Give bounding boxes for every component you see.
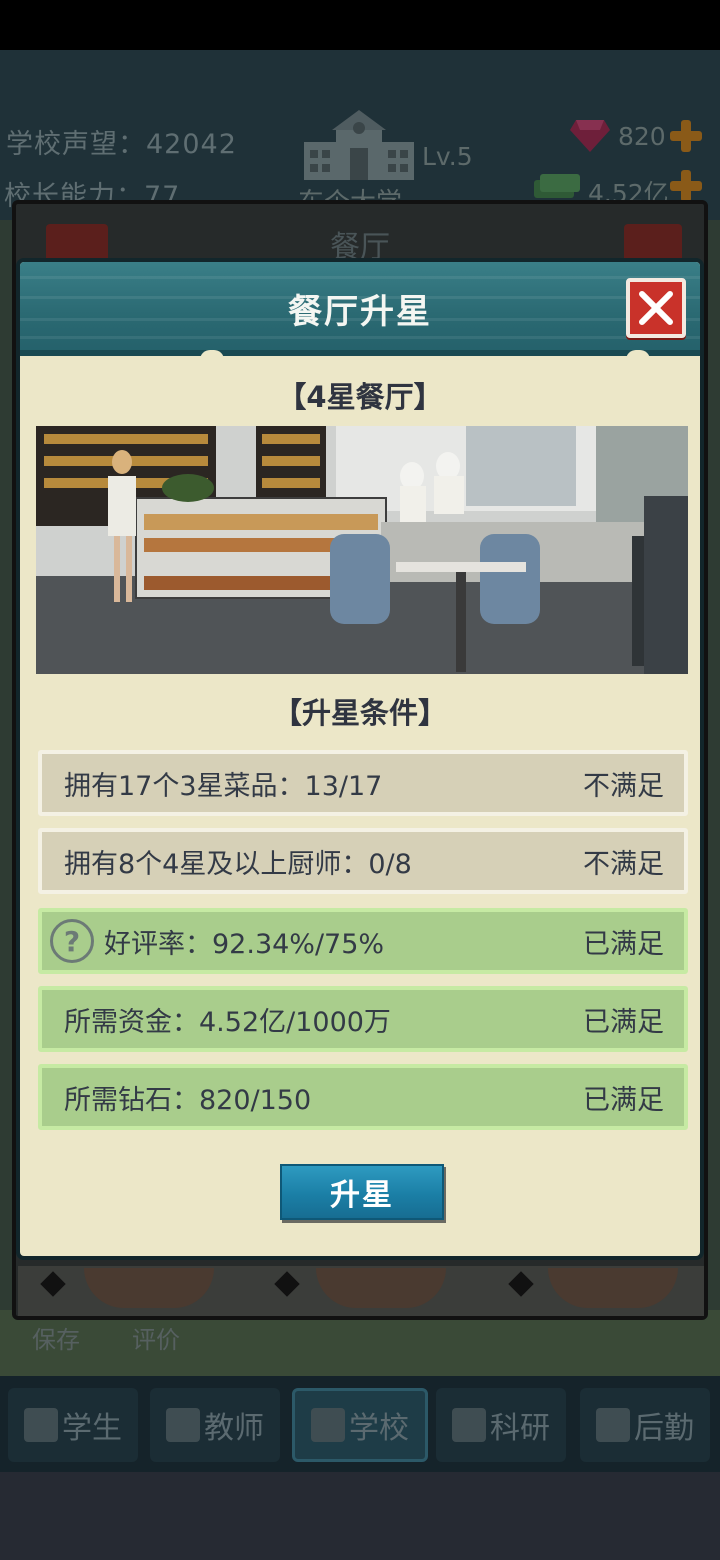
diamond-icon [570,120,610,152]
save-button[interactable]: 保存 [32,1320,80,1355]
condition-row-diamonds: 所需钻石：820/150 已满足 [38,1064,688,1130]
money-icon [534,174,580,198]
restaurant-image [36,426,688,674]
header-notch [626,350,650,360]
flask-icon [452,1408,486,1442]
tab-teachers[interactable]: 教师 [150,1388,280,1462]
condition-row-dishes: 拥有17个3星菜品：13/17 不满足 [38,750,688,816]
dish-image [84,1268,214,1308]
condition-row-chefs: 拥有8个4星及以上厨师：0/8 不满足 [38,828,688,894]
tab-research[interactable]: 科研 [436,1388,566,1462]
school-level: Lv.5 [422,142,473,171]
diamond-count: 820 [618,122,666,151]
condition-row-rating: ? 好评率：92.34%/75% 已满足 [38,908,688,974]
add-money-icon[interactable] [670,170,702,202]
tab-label: 学校 [349,1411,409,1446]
student-icon [24,1408,58,1442]
review-button[interactable]: 评价 [132,1320,180,1355]
add-diamond-icon[interactable] [670,120,702,152]
question-mark-icon[interactable]: ? [50,919,94,963]
school-building-icon [304,110,414,180]
close-button[interactable] [626,278,686,338]
campus-map-strip [0,1310,720,1380]
clipboard-icon [596,1408,630,1442]
condition-text: 好评率：92.34%/75% [104,928,385,960]
condition-status: 不满足 [583,848,664,880]
condition-row-funds: 所需资金：4.52亿/1000万 已满足 [38,986,688,1052]
school-icon [311,1408,345,1442]
dish-image [548,1268,678,1308]
status-bar [0,0,720,50]
condition-text: 拥有17个3星菜品：13/17 [64,770,383,802]
condition-status: 已满足 [583,1006,664,1038]
upgrade-star-button[interactable]: 升星 [280,1164,444,1220]
dish-image [316,1268,446,1308]
tab-label: 教师 [204,1411,264,1446]
condition-text: 所需资金：4.52亿/1000万 [64,1006,391,1038]
close-icon [639,291,673,325]
condition-text: 拥有8个4星及以上厨师：0/8 [64,848,412,880]
condition-text: 所需钻石：820/150 [64,1084,312,1116]
tab-label: 学生 [62,1411,122,1446]
teacher-icon [166,1408,200,1442]
tab-school[interactable]: 学校 [292,1388,428,1462]
header-notch [200,350,224,360]
condition-status: 已满足 [583,928,664,960]
reputation-text: 学校声望：42042 [6,129,237,160]
tab-label: 后勤 [634,1411,694,1446]
dialog-title: 餐厅升星 [288,292,432,332]
bottom-tab-bar: 学生 教师 学校 科研 后勤 [0,1376,720,1472]
tab-logistics[interactable]: 后勤 [580,1388,710,1462]
dialog-header: 餐厅升星 [20,262,700,356]
star-upgrade-dialog: 餐厅升星 【4星餐厅】 【升星条件】 拥有17个3星菜品：13/17 不满足 拥… [16,258,704,1260]
restaurant-level-label: 【4星餐厅】 [277,380,443,414]
condition-status: 已满足 [583,1084,664,1116]
condition-status: 不满足 [583,770,664,802]
upgrade-conditions-label: 【升星条件】 [272,696,447,730]
tab-students[interactable]: 学生 [8,1388,138,1462]
tab-label: 科研 [490,1411,550,1446]
system-nav-bar [0,1472,720,1560]
